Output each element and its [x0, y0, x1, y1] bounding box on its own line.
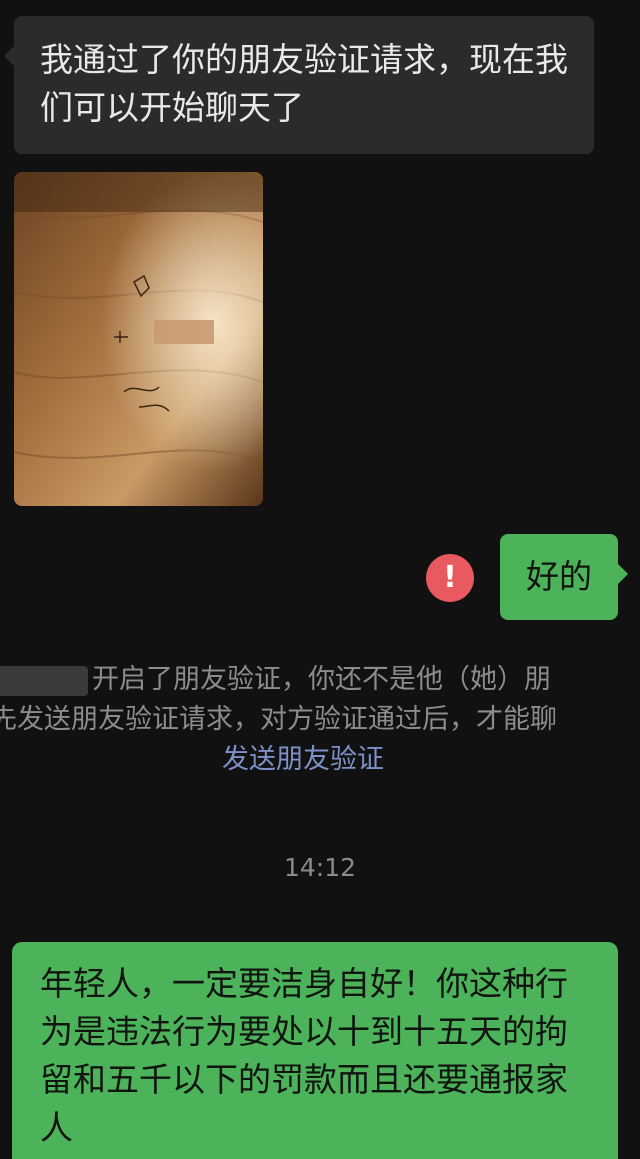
incoming-message-bubble[interactable]: 我通过了你的朋友验证请求，现在我们可以开始聊天了 — [4, 16, 594, 154]
outgoing-message-long-text: 年轻人，一定要洁身自好！你这种行为是违法行为要处以十到十五天的拘留和五千以下的罚… — [40, 964, 568, 1147]
system-notice-line2: 先发送朋友验证请求，对方验证通过后，才能聊 — [0, 704, 557, 735]
outgoing-message-bubble[interactable]: 好的 — [500, 534, 628, 620]
system-notice: 开启了朋友验证，你还不是他（她）朋 先发送朋友验证请求，对方验证通过后，才能聊 … — [0, 660, 640, 780]
chat-view: 我通过了你的朋友验证请求，现在我们可以开始聊天了 ! 好的 开启了朋友验证，你还… — [0, 0, 640, 1159]
system-notice-line1: 开启了朋友验证，你还不是他（她）朋 — [92, 664, 551, 695]
outgoing-message-text: 好的 — [526, 557, 592, 596]
incoming-message-text: 我通过了你的朋友验证请求，现在我们可以开始聊天了 — [40, 40, 568, 127]
timestamp: 14:12 — [283, 853, 357, 882]
redacted-name — [0, 665, 88, 696]
send-failed-icon[interactable]: ! — [426, 554, 474, 602]
incoming-photo[interactable] — [14, 172, 263, 506]
outgoing-message-bubble-long[interactable]: 年轻人，一定要洁身自好！你这种行为是违法行为要处以十到十五天的拘留和五千以下的罚… — [12, 942, 618, 1159]
wood-surface-photo — [14, 172, 263, 506]
exclamation-icon: ! — [443, 560, 457, 595]
send-verification-link[interactable]: 发送朋友验证 — [0, 740, 640, 780]
